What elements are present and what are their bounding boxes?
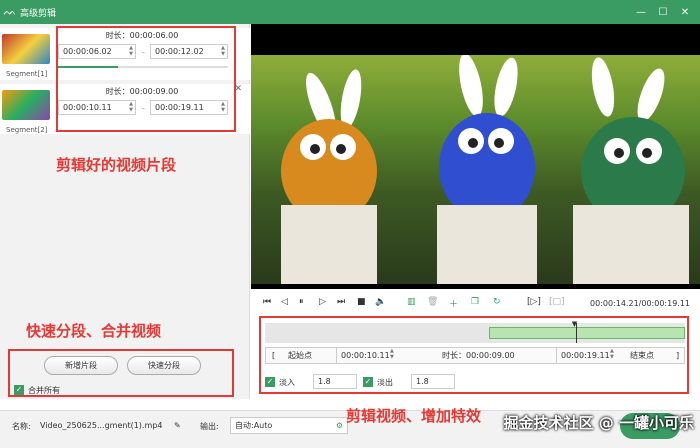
- delete-icon[interactable]: 🗑: [427, 297, 438, 307]
- app-logo-icon: ᨓ: [3, 5, 17, 18]
- close-icon[interactable]: ✕: [674, 7, 696, 18]
- title-bar: ᨓ 高级剪辑 — ☐ ✕: [0, 0, 700, 24]
- annotation-effects: 剪辑视频、增加特效: [346, 407, 482, 425]
- set-end-button[interactable]: 结束点: [630, 348, 654, 363]
- segment-thumbnail: [2, 34, 50, 64]
- annotation-clips: 剪辑好的视频片段: [56, 156, 177, 174]
- fade-in-checkbox[interactable]: ✓: [265, 377, 275, 387]
- pause-icon[interactable]: ⏸: [299, 297, 304, 307]
- end-time-input[interactable]: 00:00:19.11: [556, 348, 614, 363]
- mark-out-icon[interactable]: [□]: [549, 297, 565, 307]
- editor-controls: ⏮ ◁ ⏸ ▷ ⏭ ■ 🔈 ▥ 🗑 ＋ ❐ ↻ [▷] [□] 00:00:14…: [251, 289, 700, 399]
- split-icon[interactable]: ▥: [407, 297, 416, 307]
- minimize-icon[interactable]: —: [630, 7, 652, 18]
- reset-icon[interactable]: ↻: [493, 297, 501, 307]
- bracket-open-icon: [: [272, 351, 276, 360]
- timeline-selection[interactable]: [489, 327, 685, 339]
- bracket-close-icon: ]: [676, 351, 680, 360]
- segment-panel: Segment[1] 时长：00:00:06.00 00:00:06.02 ▲ ▼ …: [0, 24, 250, 399]
- name-label: 名称:: [12, 422, 31, 431]
- segment-thumbnail: [2, 90, 50, 120]
- edit-range-row: [ 起始点 00:00:10.11 ▲ ▼ 时长：00:00:09.00 00:0…: [265, 347, 685, 364]
- spinner-icon[interactable]: ▲ ▼: [610, 348, 614, 363]
- spinner-icon[interactable]: ▲ ▼: [390, 348, 394, 363]
- window-title: 高级剪辑: [20, 8, 57, 19]
- new-segment-button[interactable]: 新增片段: [44, 356, 118, 375]
- quick-split-button[interactable]: 快速分段: [127, 356, 201, 375]
- merge-all-label: 合并所有: [28, 386, 60, 395]
- output-filename: Video_250625...gment(1).mp4: [40, 421, 163, 430]
- step-back-icon[interactable]: ◁: [281, 297, 288, 307]
- video-preview[interactable]: [251, 24, 700, 289]
- timeline-track[interactable]: ▼: [265, 320, 685, 343]
- volume-icon[interactable]: 🔈: [375, 297, 386, 307]
- stop-icon[interactable]: ■: [357, 297, 366, 307]
- fade-out-label: 淡出: [377, 378, 393, 387]
- segment-name: Segment[1]: [6, 70, 48, 78]
- fade-out-checkbox[interactable]: ✓: [363, 377, 373, 387]
- set-start-button[interactable]: 起始点: [288, 348, 312, 363]
- playback-time: 00:00:14.21/00:00:19.11: [590, 299, 690, 308]
- maximize-icon[interactable]: ☐: [652, 7, 674, 18]
- skip-start-icon[interactable]: ⏮: [263, 297, 271, 307]
- video-frame: [251, 55, 700, 284]
- copy-icon[interactable]: ❐: [471, 297, 479, 307]
- add-icon[interactable]: ＋: [449, 297, 458, 310]
- watermark: 掘金技术社区 @ 一罐小可乐: [503, 414, 694, 432]
- edit-name-icon[interactable]: ✎: [174, 421, 181, 430]
- video-frame-art: [281, 55, 689, 284]
- gear-icon[interactable]: ⚙: [336, 418, 343, 433]
- window-controls: — ☐ ✕: [630, 0, 696, 24]
- playhead-icon[interactable]: ▼: [572, 320, 577, 328]
- annotation-split: 快速分段、合并视频: [26, 322, 162, 340]
- step-forward-icon[interactable]: ▷: [319, 297, 326, 307]
- mark-in-icon[interactable]: [▷]: [527, 297, 541, 307]
- merge-all-checkbox[interactable]: ✓: [14, 385, 24, 395]
- output-select[interactable]: 自动:Auto ⚙: [230, 417, 348, 434]
- fade-out-input[interactable]: 1.8: [411, 374, 455, 389]
- fade-in-label: 淡入: [279, 378, 295, 387]
- output-label: 输出:: [200, 422, 219, 431]
- range-duration: 时长：00:00:09.00: [442, 351, 515, 360]
- annotation-box-clips: [56, 26, 236, 132]
- skip-end-icon[interactable]: ⏭: [337, 297, 345, 307]
- segment-name: Segment[2]: [6, 126, 48, 134]
- start-time-input[interactable]: 00:00:10.11: [336, 348, 396, 363]
- fade-in-input[interactable]: 1.8: [313, 374, 357, 389]
